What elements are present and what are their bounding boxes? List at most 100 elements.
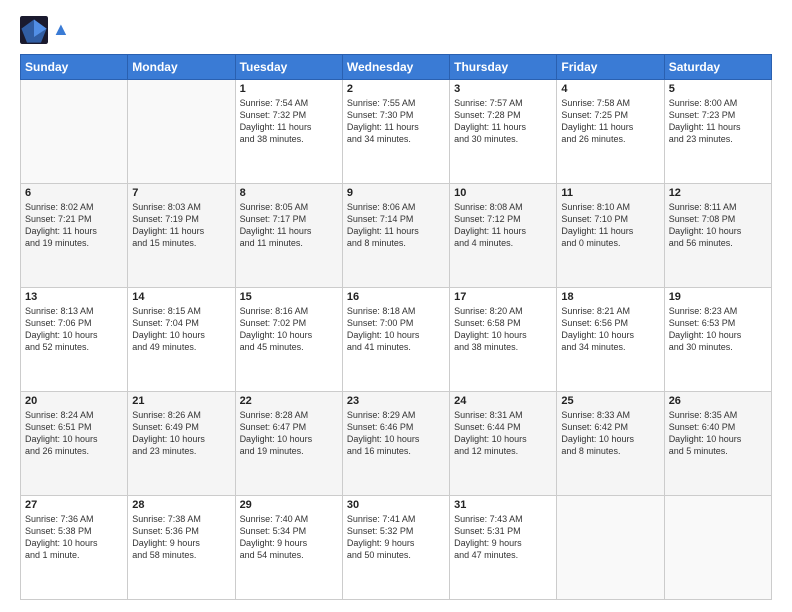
day-number: 8	[240, 187, 338, 199]
day-number: 19	[669, 291, 767, 303]
day-info: Sunrise: 8:13 AM Sunset: 7:06 PM Dayligh…	[25, 305, 123, 354]
calendar-header-row: SundayMondayTuesdayWednesdayThursdayFrid…	[21, 55, 772, 80]
day-number: 7	[132, 187, 230, 199]
logo-text: ▲	[52, 20, 70, 40]
day-info: Sunrise: 7:55 AM Sunset: 7:30 PM Dayligh…	[347, 97, 445, 146]
day-number: 1	[240, 83, 338, 95]
calendar-cell: 14Sunrise: 8:15 AM Sunset: 7:04 PM Dayli…	[128, 288, 235, 392]
calendar-table: SundayMondayTuesdayWednesdayThursdayFrid…	[20, 54, 772, 600]
day-number: 5	[669, 83, 767, 95]
calendar-cell: 27 Sunrise: 7:36 AM Sunset: 5:38 PM Dayli…	[21, 496, 128, 600]
calendar-cell: 5 Sunrise: 8:00 AM Sunset: 7:23 PM Daylig…	[664, 80, 771, 184]
day-number: 18	[561, 291, 659, 303]
day-info: Sunrise: 8:21 AM Sunset: 6:56 PM Dayligh…	[561, 305, 659, 354]
day-info: Sunrise: 8:31 AM Sunset: 6:44 PM Dayligh…	[454, 409, 552, 458]
day-number: 11	[561, 187, 659, 199]
calendar-cell: 24 Sunrise: 8:31 AM Sunset: 6:44 PM Dayli…	[450, 392, 557, 496]
calendar-cell: 17Sunrise: 8:20 AM Sunset: 6:58 PM Dayli…	[450, 288, 557, 392]
day-info: Sunrise: 8:00 AM Sunset: 7:23 PM Dayligh…	[669, 97, 767, 146]
day-info: Sunrise: 8:24 AM Sunset: 6:51 PM Dayligh…	[25, 409, 123, 458]
day-number: 27	[25, 499, 123, 511]
calendar-cell: 11 Sunrise: 8:10 AM Sunset: 7:10 PM Dayli…	[557, 184, 664, 288]
day-info: Sunrise: 7:36 AM Sunset: 5:38 PM Dayligh…	[25, 513, 123, 562]
calendar-cell: 7 Sunrise: 8:03 AM Sunset: 7:19 PM Daylig…	[128, 184, 235, 288]
day-number: 2	[347, 83, 445, 95]
day-header-thursday: Thursday	[450, 55, 557, 80]
day-info: Sunrise: 8:05 AM Sunset: 7:17 PM Dayligh…	[240, 201, 338, 250]
day-info: Sunrise: 8:29 AM Sunset: 6:46 PM Dayligh…	[347, 409, 445, 458]
day-number: 16	[347, 291, 445, 303]
day-number: 25	[561, 395, 659, 407]
day-number: 3	[454, 83, 552, 95]
week-row-3: 13Sunrise: 8:13 AM Sunset: 7:06 PM Dayli…	[21, 288, 772, 392]
week-row-2: 6 Sunrise: 8:02 AM Sunset: 7:21 PM Daylig…	[21, 184, 772, 288]
calendar-cell: 25 Sunrise: 8:33 AM Sunset: 6:42 PM Dayli…	[557, 392, 664, 496]
day-info: Sunrise: 8:08 AM Sunset: 7:12 PM Dayligh…	[454, 201, 552, 250]
calendar-cell: 1 Sunrise: 7:54 AM Sunset: 7:32 PM Daylig…	[235, 80, 342, 184]
day-info: Sunrise: 7:43 AM Sunset: 5:31 PM Dayligh…	[454, 513, 552, 562]
day-info: Sunrise: 8:03 AM Sunset: 7:19 PM Dayligh…	[132, 201, 230, 250]
page: ▲ SundayMondayTuesdayWednesdayThursdayFr…	[0, 0, 792, 612]
calendar-cell: 28 Sunrise: 7:38 AM Sunset: 5:36 PM Dayli…	[128, 496, 235, 600]
calendar-cell: 10Sunrise: 8:08 AM Sunset: 7:12 PM Dayli…	[450, 184, 557, 288]
day-number: 30	[347, 499, 445, 511]
day-number: 26	[669, 395, 767, 407]
calendar-cell	[128, 80, 235, 184]
header: ▲	[20, 16, 772, 44]
calendar-cell: 12 Sunrise: 8:11 AM Sunset: 7:08 PM Dayli…	[664, 184, 771, 288]
day-number: 22	[240, 395, 338, 407]
day-header-monday: Monday	[128, 55, 235, 80]
day-number: 28	[132, 499, 230, 511]
day-info: Sunrise: 8:06 AM Sunset: 7:14 PM Dayligh…	[347, 201, 445, 250]
calendar-cell: 30Sunrise: 7:41 AM Sunset: 5:32 PM Dayli…	[342, 496, 449, 600]
calendar-cell: 29 Sunrise: 7:40 AM Sunset: 5:34 PM Dayli…	[235, 496, 342, 600]
day-info: Sunrise: 8:33 AM Sunset: 6:42 PM Dayligh…	[561, 409, 659, 458]
calendar-cell: 18 Sunrise: 8:21 AM Sunset: 6:56 PM Dayli…	[557, 288, 664, 392]
calendar-cell: 23 Sunrise: 8:29 AM Sunset: 6:46 PM Dayli…	[342, 392, 449, 496]
day-info: Sunrise: 8:28 AM Sunset: 6:47 PM Dayligh…	[240, 409, 338, 458]
day-info: Sunrise: 8:11 AM Sunset: 7:08 PM Dayligh…	[669, 201, 767, 250]
calendar-cell: 16 Sunrise: 8:18 AM Sunset: 7:00 PM Dayli…	[342, 288, 449, 392]
day-number: 14	[132, 291, 230, 303]
calendar-cell: 13Sunrise: 8:13 AM Sunset: 7:06 PM Dayli…	[21, 288, 128, 392]
day-info: Sunrise: 8:16 AM Sunset: 7:02 PM Dayligh…	[240, 305, 338, 354]
day-info: Sunrise: 7:54 AM Sunset: 7:32 PM Dayligh…	[240, 97, 338, 146]
logo: ▲	[20, 16, 70, 44]
logo-icon	[20, 16, 48, 44]
day-info: Sunrise: 8:35 AM Sunset: 6:40 PM Dayligh…	[669, 409, 767, 458]
day-number: 23	[347, 395, 445, 407]
calendar-cell: 15 Sunrise: 8:16 AM Sunset: 7:02 PM Dayli…	[235, 288, 342, 392]
day-info: Sunrise: 8:23 AM Sunset: 6:53 PM Dayligh…	[669, 305, 767, 354]
day-header-tuesday: Tuesday	[235, 55, 342, 80]
day-number: 20	[25, 395, 123, 407]
day-number: 29	[240, 499, 338, 511]
day-number: 21	[132, 395, 230, 407]
calendar-cell: 9Sunrise: 8:06 AM Sunset: 7:14 PM Daylig…	[342, 184, 449, 288]
day-number: 31	[454, 499, 552, 511]
calendar-cell: 31 Sunrise: 7:43 AM Sunset: 5:31 PM Dayli…	[450, 496, 557, 600]
day-info: Sunrise: 8:02 AM Sunset: 7:21 PM Dayligh…	[25, 201, 123, 250]
day-header-sunday: Sunday	[21, 55, 128, 80]
week-row-1: 1 Sunrise: 7:54 AM Sunset: 7:32 PM Daylig…	[21, 80, 772, 184]
day-number: 24	[454, 395, 552, 407]
calendar-cell: 22 Sunrise: 8:28 AM Sunset: 6:47 PM Dayli…	[235, 392, 342, 496]
week-row-5: 27 Sunrise: 7:36 AM Sunset: 5:38 PM Dayli…	[21, 496, 772, 600]
calendar-cell: 3 Sunrise: 7:57 AM Sunset: 7:28 PM Daylig…	[450, 80, 557, 184]
day-number: 6	[25, 187, 123, 199]
day-info: Sunrise: 8:10 AM Sunset: 7:10 PM Dayligh…	[561, 201, 659, 250]
calendar-cell: 2 Sunrise: 7:55 AM Sunset: 7:30 PM Daylig…	[342, 80, 449, 184]
day-info: Sunrise: 7:40 AM Sunset: 5:34 PM Dayligh…	[240, 513, 338, 562]
day-info: Sunrise: 8:18 AM Sunset: 7:00 PM Dayligh…	[347, 305, 445, 354]
day-info: Sunrise: 7:38 AM Sunset: 5:36 PM Dayligh…	[132, 513, 230, 562]
day-info: Sunrise: 8:26 AM Sunset: 6:49 PM Dayligh…	[132, 409, 230, 458]
day-number: 12	[669, 187, 767, 199]
calendar-cell: 6 Sunrise: 8:02 AM Sunset: 7:21 PM Daylig…	[21, 184, 128, 288]
calendar-cell: 4Sunrise: 7:58 AM Sunset: 7:25 PM Daylig…	[557, 80, 664, 184]
calendar-cell	[664, 496, 771, 600]
week-row-4: 20 Sunrise: 8:24 AM Sunset: 6:51 PM Dayli…	[21, 392, 772, 496]
calendar-cell: 8 Sunrise: 8:05 AM Sunset: 7:17 PM Daylig…	[235, 184, 342, 288]
calendar-cell: 20 Sunrise: 8:24 AM Sunset: 6:51 PM Dayli…	[21, 392, 128, 496]
day-number: 15	[240, 291, 338, 303]
calendar-cell: 26 Sunrise: 8:35 AM Sunset: 6:40 PM Dayli…	[664, 392, 771, 496]
day-info: Sunrise: 7:57 AM Sunset: 7:28 PM Dayligh…	[454, 97, 552, 146]
